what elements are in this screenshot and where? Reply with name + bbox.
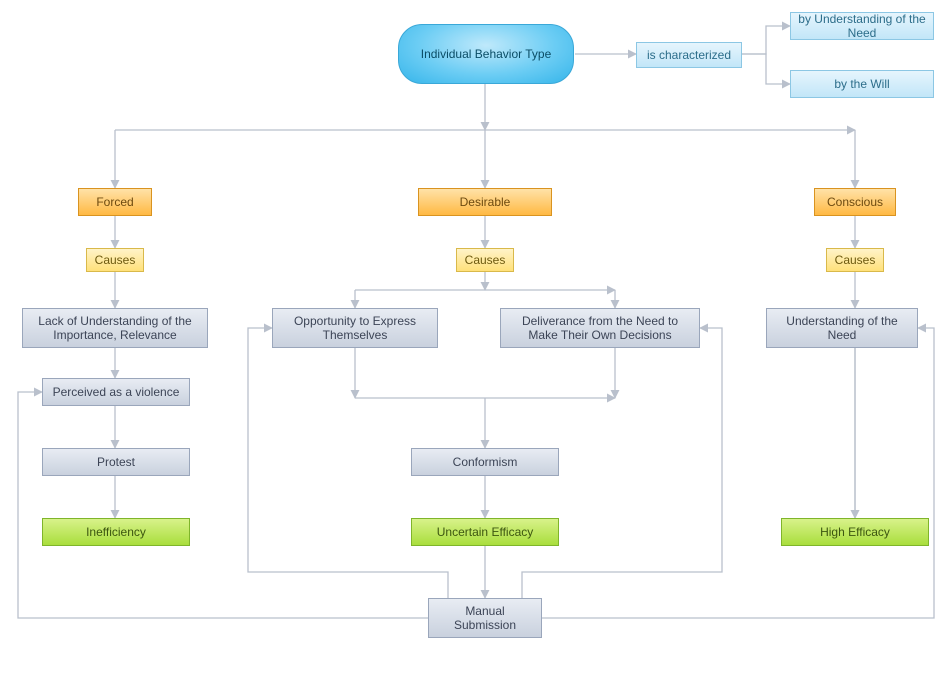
manual-submission-label: Manual Submission [435,604,535,632]
title-desirable-label: Desirable [460,195,511,209]
link-characterized-label: is characterized [647,48,731,62]
forced-n3-label: Protest [97,455,135,469]
causes-conscious-label: Causes [835,253,876,267]
desirable-outcome-label: Uncertain Efficacy [437,525,534,539]
forced-n2: Perceived as a violence [42,378,190,406]
forced-n2-label: Perceived as a violence [53,385,180,399]
title-forced-label: Forced [96,195,133,209]
forced-outcome-label: Inefficiency [86,525,146,539]
root-label: Individual Behavior Type [421,47,552,61]
causes-desirable: Causes [456,248,514,272]
diagram-canvas: Individual Behavior Type is characterize… [0,0,942,673]
node-by-will: by the Will [790,70,934,98]
conscious-n1-label: Understanding of the Need [773,314,911,342]
forced-n1: Lack of Understanding of the Importance,… [22,308,208,348]
conscious-outcome-label: High Efficacy [820,525,890,539]
manual-submission: Manual Submission [428,598,542,638]
desirable-outcome: Uncertain Efficacy [411,518,559,546]
link-characterized: is characterized [636,42,742,68]
causes-forced: Causes [86,248,144,272]
desirable-left-label: Opportunity to Express Themselves [279,314,431,342]
forced-n1-label: Lack of Understanding of the Importance,… [29,314,201,342]
desirable-right: Deliverance from the Need to Make Their … [500,308,700,348]
causes-conscious: Causes [826,248,884,272]
node-by-will-label: by the Will [834,77,889,91]
title-forced: Forced [78,188,152,216]
root-node: Individual Behavior Type [398,24,574,84]
desirable-mid: Conformism [411,448,559,476]
desirable-left: Opportunity to Express Themselves [272,308,438,348]
conscious-n1: Understanding of the Need [766,308,918,348]
title-conscious-label: Conscious [827,195,883,209]
node-by-need-label: by Understanding of the Need [797,12,927,40]
forced-outcome: Inefficiency [42,518,190,546]
desirable-right-label: Deliverance from the Need to Make Their … [507,314,693,342]
forced-n3: Protest [42,448,190,476]
conscious-outcome: High Efficacy [781,518,929,546]
title-desirable: Desirable [418,188,552,216]
node-by-need: by Understanding of the Need [790,12,934,40]
desirable-mid-label: Conformism [453,455,518,469]
causes-forced-label: Causes [95,253,136,267]
causes-desirable-label: Causes [465,253,506,267]
title-conscious: Conscious [814,188,896,216]
